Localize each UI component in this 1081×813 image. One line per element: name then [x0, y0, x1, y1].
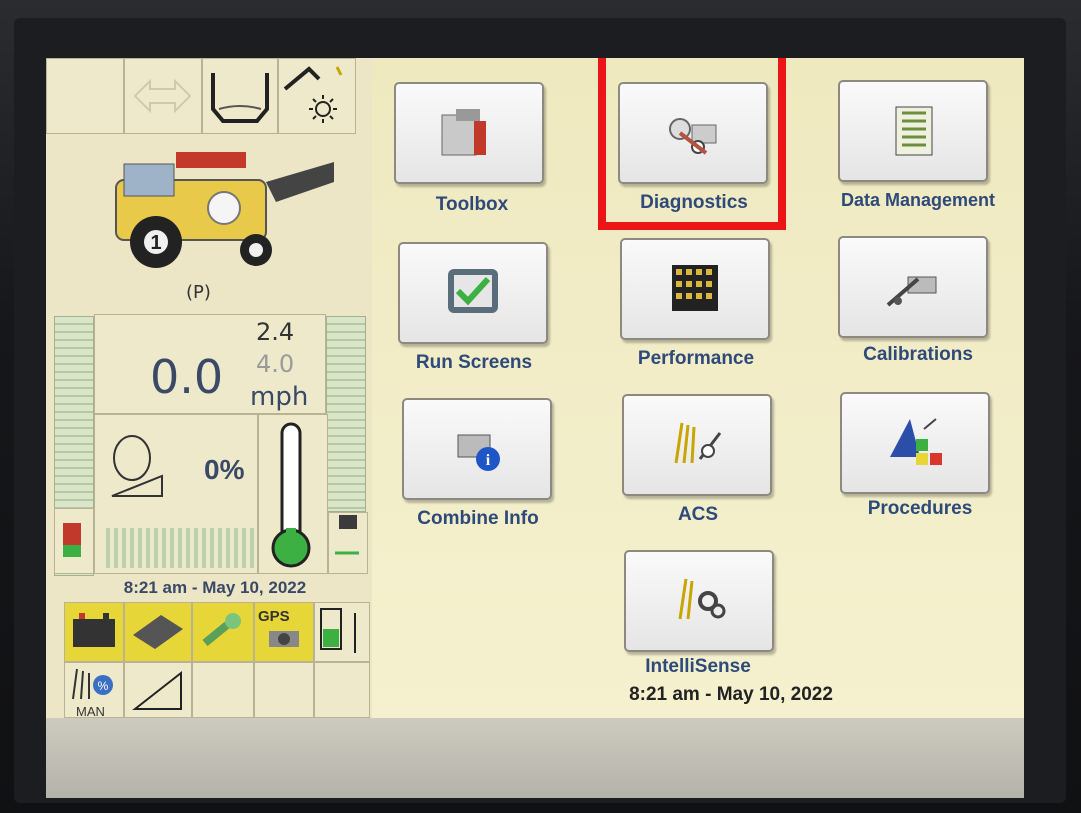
svg-text:%: %: [98, 679, 109, 693]
fuel-icon[interactable]: [54, 508, 94, 574]
svg-text:i: i: [486, 452, 491, 469]
ground-speed-value: 0.0: [150, 350, 224, 404]
right-level-gauge: [326, 316, 366, 512]
display-screen: 1 (P) 0.0 2.4 4.0 mph 0% 8:21 am - May 1…: [46, 58, 1024, 798]
bottom-datetime: 8:21 am - May 10, 2022: [629, 684, 833, 705]
status-datetime: 8:21 am - May 10, 2022: [123, 578, 307, 597]
screen-lower-strip: [46, 718, 1024, 798]
key-icon[interactable]: [192, 602, 254, 662]
combine-number: 1: [150, 232, 161, 254]
status-cell-empty-1: [192, 662, 254, 718]
data-management-button[interactable]: [838, 80, 988, 182]
speed-unit: mph: [250, 382, 309, 412]
status-cell-blank: [46, 58, 124, 134]
main-menu: Toolbox Diagnostics Data Management Run …: [372, 58, 1024, 718]
procedures-icon: [890, 418, 942, 465]
toolbox-label: Toolbox: [435, 194, 509, 215]
performance-button[interactable]: [620, 238, 770, 340]
combine-info-icon: i: [457, 434, 500, 471]
combine-info-label: Combine Info: [417, 508, 539, 529]
data-management-icon: [895, 106, 933, 156]
run-screens-button[interactable]: [398, 242, 548, 344]
grain-tank-icon[interactable]: [202, 58, 278, 134]
header-control-icon[interactable]: [314, 602, 370, 662]
intellisense-icon: [678, 578, 726, 620]
engine-load-percent: 0%: [204, 454, 245, 485]
battery-icon[interactable]: [64, 602, 124, 662]
acs-icon: [674, 422, 722, 464]
intellisense-button[interactable]: [624, 550, 774, 652]
speed-setpoint-1: 2.4: [256, 318, 295, 346]
status-cell-empty-2: [254, 662, 314, 718]
load-bar: [106, 528, 254, 568]
performance-icon: [672, 265, 718, 311]
calibrations-icon: [886, 276, 937, 307]
engine-icon: [111, 435, 163, 497]
data-management-label: Data Management: [840, 190, 996, 210]
speed-setpoint-2: 4.0: [256, 350, 295, 378]
unload-light-icon[interactable]: [278, 58, 356, 134]
calibrations-label: Calibrations: [863, 344, 973, 365]
park-indicator: (P): [186, 282, 211, 303]
procedures-button[interactable]: [840, 392, 990, 494]
header-height-icon[interactable]: [124, 662, 192, 718]
procedures-label: Procedures: [867, 498, 973, 519]
mode-label: MAN: [76, 704, 105, 719]
toolbox-button[interactable]: [394, 82, 544, 184]
toolbox-icon: [441, 109, 486, 156]
run-screens-icon: [448, 269, 498, 313]
combine-info-button[interactable]: i: [402, 398, 552, 500]
status-cell-empty-3: [314, 662, 370, 718]
run-screens-label: Run Screens: [415, 352, 533, 373]
combine-icon: 1: [115, 152, 334, 268]
performance-label: Performance: [637, 348, 755, 369]
acs-button[interactable]: [622, 394, 772, 496]
status-panel: 1 (P) 0.0 2.4 4.0 mph 0% 8:21 am - May 1…: [46, 58, 372, 719]
diagnostics-highlight: [598, 58, 786, 230]
arrow-icon[interactable]: [124, 58, 202, 134]
gps-label: GPS: [258, 608, 290, 625]
calibrations-button[interactable]: [838, 236, 988, 338]
display-module-icon[interactable]: [124, 602, 192, 662]
def-level-icon[interactable]: [328, 512, 368, 574]
thermometer-icon: [271, 422, 311, 568]
intellisense-label: IntelliSense: [645, 656, 751, 677]
acs-label: ACS: [677, 504, 719, 525]
